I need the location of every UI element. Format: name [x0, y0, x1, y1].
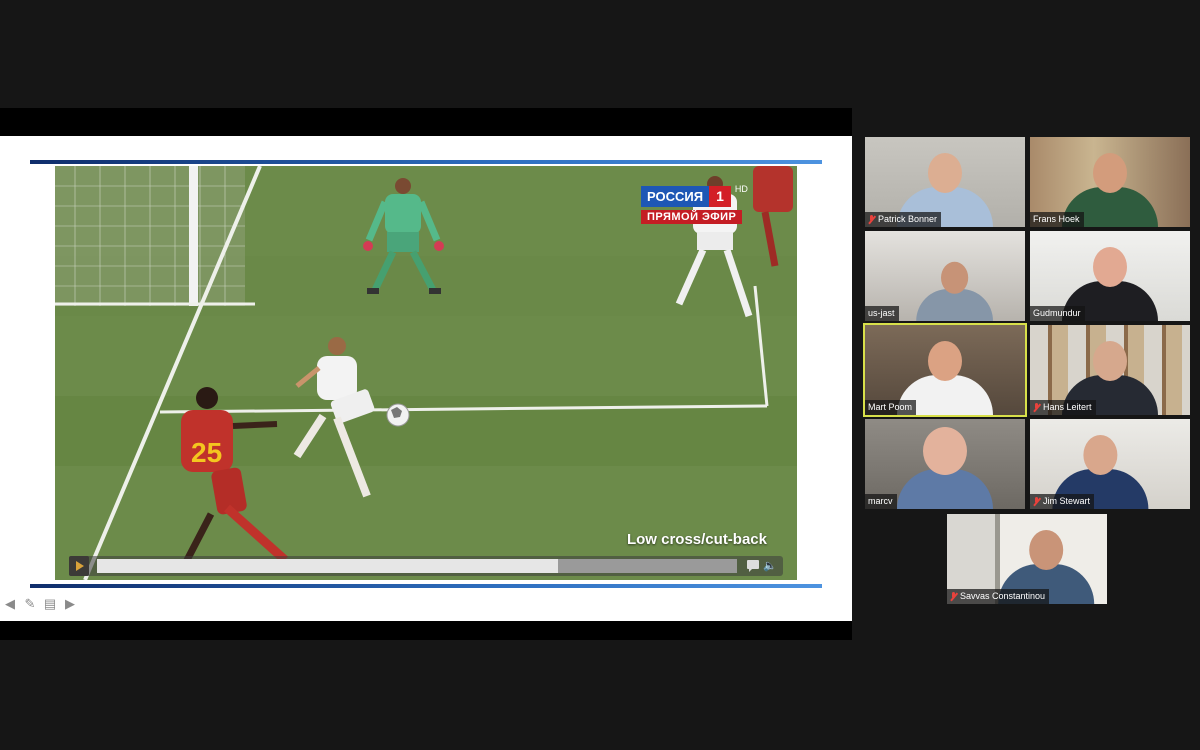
mic-muted-icon	[1033, 403, 1040, 412]
participant-tile[interactable]: Gudmundur	[1030, 231, 1190, 321]
participant-name: Savvas Constantinou	[960, 591, 1046, 601]
participant-tile-active-speaker[interactable]: Mart Poom	[865, 325, 1025, 415]
pen-icon[interactable]: ✎	[22, 597, 38, 611]
participant-name: us-jast	[868, 308, 895, 318]
presentation-slide: 25 РОССИЯ 1 HD ПРЯМОЙ ЭФИР Low cross/cut…	[0, 136, 852, 621]
mic-muted-icon	[868, 215, 875, 224]
mic-muted-icon	[1033, 497, 1040, 506]
participant-tile[interactable]: Savvas Constantinou	[947, 514, 1107, 604]
participant-tile[interactable]: Hans Leitert	[1030, 325, 1190, 415]
channel-logo: РОССИЯ 1 HD ПРЯМОЙ ЭФИР	[641, 184, 751, 225]
live-badge: ПРЯМОЙ ЭФИР	[641, 210, 743, 224]
slide-top-rule	[30, 160, 822, 164]
shared-screen-area: 25 РОССИЯ 1 HD ПРЯМОЙ ЭФИР Low cross/cut…	[0, 108, 852, 640]
participant-name: Frans Hoek	[1033, 214, 1080, 224]
participant-tile[interactable]: Frans Hoek	[1030, 137, 1190, 227]
participant-name: Patrick Bonner	[878, 214, 938, 224]
progress-fill	[97, 559, 558, 573]
mic-muted-icon	[950, 592, 957, 601]
player-shirt-number: 25	[191, 437, 222, 468]
progress-bar[interactable]	[97, 559, 737, 573]
video-caption: Low cross/cut-back	[626, 531, 767, 548]
participant-name: Hans Leitert	[1043, 402, 1092, 412]
participant-tile[interactable]: Jim Stewart	[1030, 419, 1190, 509]
video-player[interactable]: 25 РОССИЯ 1 HD ПРЯМОЙ ЭФИР Low cross/cut…	[55, 166, 797, 580]
captions-icon[interactable]	[747, 560, 759, 572]
channel-hd-badge: HD	[734, 184, 748, 194]
volume-icon[interactable]: 🔈	[763, 559, 777, 573]
slide-bottom-rule	[30, 584, 822, 588]
participant-tile[interactable]: marcv	[865, 419, 1025, 509]
participant-tile[interactable]: Patrick Bonner	[865, 137, 1025, 227]
channel-name: РОССИЯ	[641, 186, 710, 207]
play-button[interactable]	[69, 556, 89, 576]
football-pitch-scene: 25	[55, 166, 797, 580]
participant-name: Gudmundur	[1033, 308, 1081, 318]
channel-number: 1	[709, 186, 731, 207]
slide-navigation: ◀ ✎ ▤ ▶	[2, 596, 78, 612]
video-controls: 🔈	[69, 556, 783, 576]
slides-icon[interactable]: ▤	[42, 597, 58, 611]
participant-tile[interactable]: us-jast	[865, 231, 1025, 321]
arrow-left-icon[interactable]: ◀	[2, 597, 18, 611]
participant-name: marcv	[868, 496, 893, 506]
arrow-right-icon[interactable]: ▶	[62, 597, 78, 611]
participant-name: Mart Poom	[868, 402, 913, 412]
participant-name: Jim Stewart	[1043, 496, 1091, 506]
